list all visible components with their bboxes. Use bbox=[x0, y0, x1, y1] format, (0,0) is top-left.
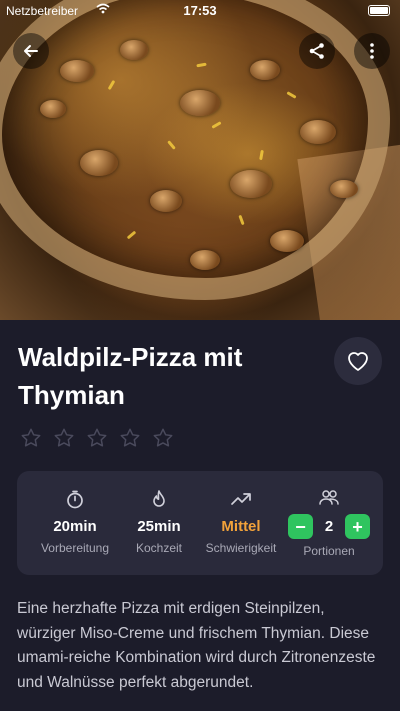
star-icon[interactable] bbox=[53, 427, 75, 449]
difficulty-label: Schwierigkeit bbox=[205, 541, 277, 555]
back-button[interactable] bbox=[13, 33, 49, 69]
more-vertical-icon bbox=[370, 43, 374, 59]
increase-portions-button[interactable]: + bbox=[345, 514, 370, 539]
more-options-button[interactable] bbox=[354, 33, 390, 69]
favorite-button[interactable] bbox=[334, 337, 382, 385]
status-bar: Netzbetreiber 17:53 bbox=[0, 0, 400, 22]
battery-icon bbox=[368, 5, 390, 16]
decrease-portions-button[interactable]: − bbox=[288, 514, 313, 539]
portions-label: Portionen bbox=[303, 544, 355, 558]
cook-time-label: Kochzeit bbox=[135, 541, 183, 555]
mushroom bbox=[120, 40, 148, 60]
cook-time-value: 25min bbox=[137, 518, 181, 535]
mushroom bbox=[250, 60, 280, 80]
arrow-left-icon bbox=[24, 45, 38, 57]
share-button[interactable] bbox=[299, 33, 335, 69]
mushroom bbox=[180, 90, 220, 116]
difficulty: Mittel Schwierigkeit bbox=[197, 471, 285, 575]
mushroom bbox=[80, 150, 118, 176]
star-icon[interactable] bbox=[119, 427, 141, 449]
flame-icon bbox=[153, 490, 165, 507]
mushroom bbox=[270, 230, 304, 252]
recipe-description: Eine herzhafte Pizza mit erdigen Steinpi… bbox=[17, 600, 376, 691]
portions-stepper[interactable]: − 2 + bbox=[283, 514, 375, 539]
recipe-photo bbox=[0, 0, 400, 320]
trending-up-icon bbox=[231, 493, 251, 505]
star-icon[interactable] bbox=[152, 427, 174, 449]
mushroom bbox=[190, 250, 220, 270]
users-icon bbox=[319, 490, 339, 505]
mushroom bbox=[330, 180, 358, 198]
star-icon[interactable] bbox=[86, 427, 108, 449]
prep-time-label: Vorbereitung bbox=[40, 541, 110, 555]
prep-time-value: 20min bbox=[53, 518, 97, 535]
recipe-info-card: 20min Vorbereitung 25min Kochzeit Mittel… bbox=[17, 471, 383, 575]
star-icon[interactable] bbox=[20, 427, 42, 449]
mushroom bbox=[40, 100, 66, 118]
difficulty-value: Mittel bbox=[221, 518, 261, 535]
star-rating[interactable] bbox=[20, 427, 174, 449]
mushroom bbox=[230, 170, 272, 198]
stopwatch-icon bbox=[67, 490, 83, 509]
mushroom bbox=[300, 120, 336, 144]
portions-value: 2 bbox=[324, 518, 334, 535]
mushroom bbox=[150, 190, 182, 212]
cook-time: 25min Kochzeit bbox=[117, 471, 201, 575]
status-time: 17:53 bbox=[183, 3, 217, 18]
portions: − 2 + Portionen bbox=[283, 471, 375, 575]
heart-icon bbox=[348, 352, 368, 371]
share-icon bbox=[309, 43, 324, 59]
prep-time: 20min Vorbereitung bbox=[27, 471, 123, 575]
recipe-title: Waldpilz-Pizza mit Thymian bbox=[18, 342, 243, 410]
mushroom bbox=[60, 60, 94, 82]
